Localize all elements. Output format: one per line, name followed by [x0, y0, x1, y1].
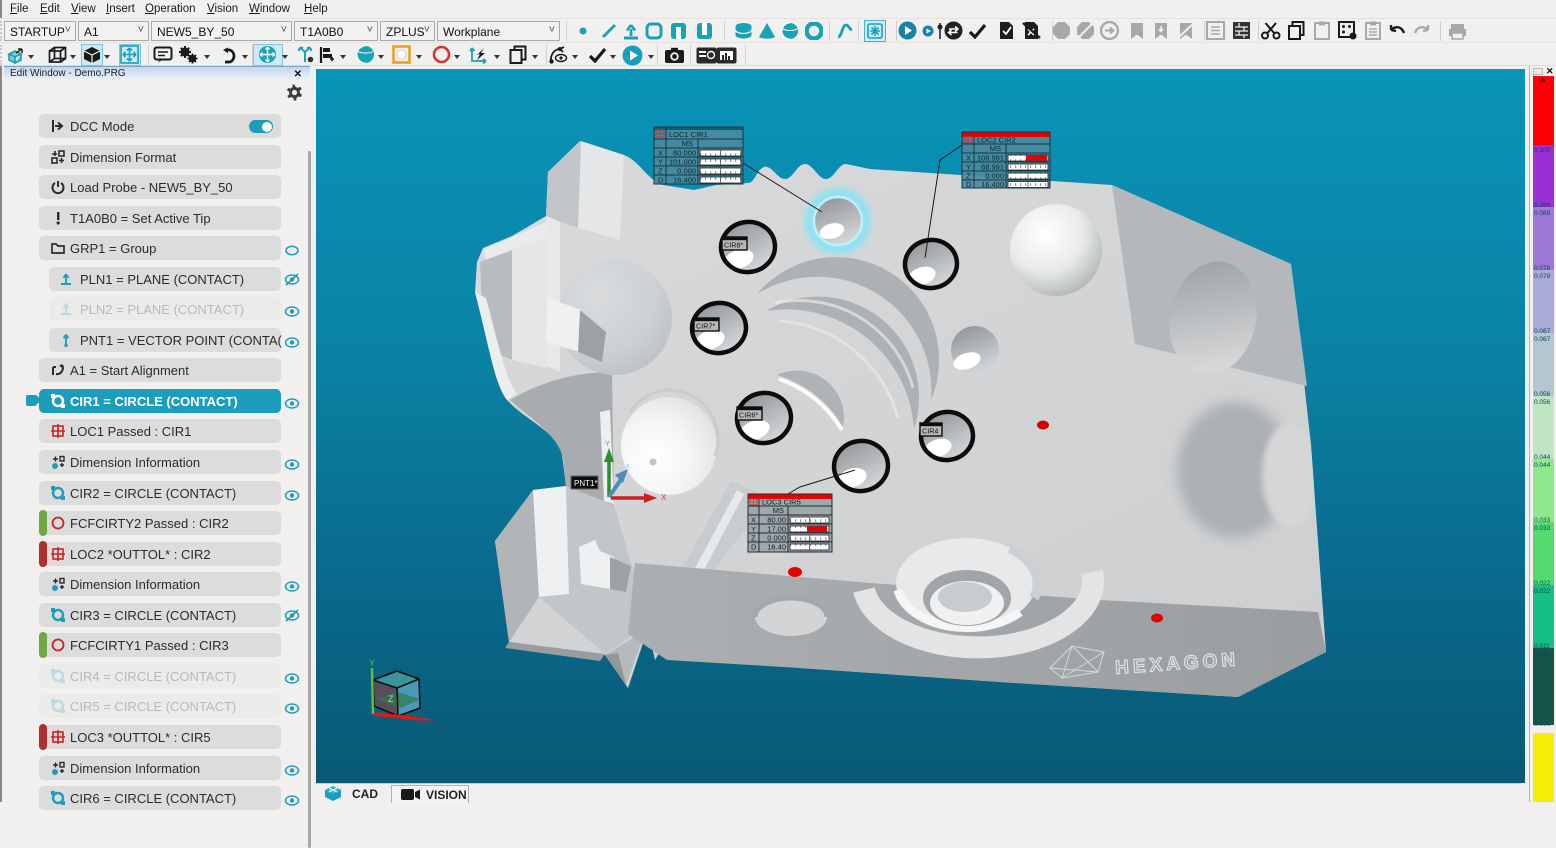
svg-text:0.000: 0.000: [767, 534, 786, 543]
svg-text:MS: MS: [990, 144, 1001, 153]
svg-text:PNT1*: PNT1*: [574, 479, 598, 488]
svg-text:Z: Z: [751, 534, 756, 543]
svg-text:Y: Y: [966, 163, 971, 172]
svg-text:80.000: 80.000: [673, 149, 696, 158]
svg-text:MS: MS: [773, 506, 784, 515]
svg-text:16.400: 16.400: [981, 180, 1004, 189]
svg-text:17.00: 17.00: [767, 525, 786, 534]
svg-text:Z: Z: [658, 167, 663, 176]
svg-text:101.000: 101.000: [669, 158, 696, 167]
svg-text:108.991: 108.991: [977, 154, 1004, 163]
svg-text:16.400: 16.400: [673, 176, 696, 185]
svg-text:D: D: [751, 543, 757, 552]
svg-text:x: x: [626, 463, 630, 470]
svg-text:X: X: [751, 516, 756, 525]
svg-text:CIR7*: CIR7*: [696, 322, 715, 331]
svg-text:Y: Y: [751, 525, 756, 534]
svg-text:CIR6*: CIR6*: [739, 411, 758, 420]
svg-text:CIR4: CIR4: [922, 427, 938, 436]
svg-text:CIR8*: CIR8*: [724, 241, 743, 250]
svg-text:X: X: [422, 715, 428, 725]
svg-text:X: X: [658, 149, 663, 158]
svg-text:Z: Z: [388, 694, 394, 704]
svg-text:Y: Y: [369, 658, 375, 668]
svg-text:MS: MS: [682, 139, 693, 148]
svg-text:16.40: 16.40: [767, 543, 786, 552]
svg-text:88.991: 88.991: [981, 163, 1004, 172]
svg-text:X: X: [661, 493, 667, 502]
svg-text:Y: Y: [658, 158, 663, 167]
svg-text:X: X: [966, 154, 971, 163]
svg-text:0.000: 0.000: [677, 167, 696, 176]
svg-text:80.00: 80.00: [767, 516, 786, 525]
svg-text:Y: Y: [605, 441, 610, 448]
svg-text:LOC1 CIR1: LOC1 CIR1: [669, 130, 708, 139]
svg-text:D: D: [966, 180, 972, 189]
svg-text:D: D: [658, 176, 664, 185]
